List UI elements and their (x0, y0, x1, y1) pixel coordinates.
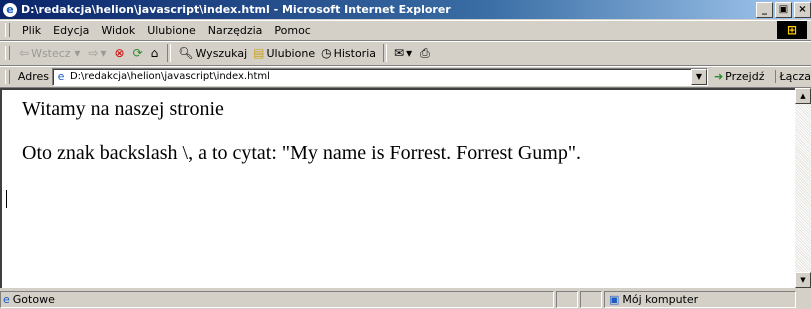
vertical-scrollbar[interactable]: ▲ ▼ (795, 88, 811, 288)
print-button[interactable]: ⎙ (417, 46, 435, 61)
go-label: Przejdź (725, 70, 765, 83)
menu-edycja[interactable]: Edycja (47, 24, 95, 37)
toolbar-grip[interactable] (5, 46, 10, 60)
history-icon: ◷ (321, 46, 332, 60)
go-arrow-icon: ➜ (713, 70, 724, 83)
home-icon: ⌂ (150, 46, 159, 60)
toolbar-grip[interactable] (5, 69, 10, 84)
computer-icon: ▣ (609, 293, 620, 306)
printer-icon: ⎙ (420, 45, 430, 60)
status-bar: e Gotowe ▣ Mój komputer (0, 290, 811, 309)
status-security-panel (580, 291, 602, 308)
mail-icon: ✉ (394, 46, 405, 60)
status-text-panel: e Gotowe (0, 291, 554, 308)
toolbar-separator (383, 44, 387, 62)
mail-button[interactable]: ✉ ▾ (391, 46, 417, 60)
favorites-folder-icon: ▤ (253, 46, 265, 60)
page-icon: e (3, 293, 10, 306)
page-icon: e (57, 69, 65, 83)
ie-icon: e (3, 2, 17, 17)
go-button[interactable]: ➜ Przejdź (714, 70, 765, 83)
favorites-button[interactable]: ▤ Ulubione (250, 46, 318, 60)
back-label: Wstecz (31, 46, 71, 60)
search-icon: 🔍︎ (178, 46, 194, 60)
address-input[interactable]: e D:\redakcja\helion\javascript\index.ht… (51, 67, 708, 86)
address-bar: Adres e D:\redakcja\helion\javascript\in… (0, 66, 811, 88)
windows-logo-icon: ⊞ (777, 21, 807, 39)
search-button[interactable]: 🔍︎ Wyszukaj (175, 46, 250, 60)
menu-pomoc[interactable]: Pomoc (268, 24, 316, 37)
menu-plik[interactable]: Plik (16, 24, 47, 37)
chevron-down-icon: ▾ (406, 46, 413, 60)
text-cursor (6, 190, 7, 208)
toolbar-separator (167, 44, 172, 62)
title-bar: e D:\redakcja\helion\javascript\index.ht… (0, 0, 811, 19)
chevron-down-icon: ▾ (100, 46, 107, 60)
status-progress-panel (556, 291, 578, 308)
refresh-icon: ⟳ (132, 46, 143, 60)
status-text: Gotowe (12, 293, 55, 306)
standard-toolbar: ⇦ Wstecz ▾ ⇨ ▾ ⊗ ⟳ ⌂ 🔍︎ Wyszukaj ▤ Ulubi… (0, 41, 811, 66)
page-content: Witamy na naszej stronie Oto znak backsl… (0, 88, 795, 288)
refresh-button[interactable]: ⟳ (130, 46, 148, 60)
stop-button[interactable]: ⊗ (112, 46, 130, 60)
toolbar-grip[interactable] (5, 23, 10, 37)
history-label: Historia (333, 46, 376, 60)
address-dropdown-button[interactable]: ▼ (690, 68, 707, 85)
menu-ulubione[interactable]: Ulubione (141, 24, 202, 37)
scroll-up-button[interactable]: ▲ (795, 88, 811, 104)
window-title: D:\redakcja\helion\javascript\index.html… (21, 3, 451, 16)
stop-icon: ⊗ (114, 46, 125, 60)
zone-text: Mój komputer (622, 293, 699, 306)
zone-panel: ▣ Mój komputer (604, 291, 796, 308)
close-button[interactable]: × (794, 2, 811, 18)
maximize-button[interactable]: ▣ (775, 2, 792, 18)
menu-widok[interactable]: Widok (95, 24, 141, 37)
address-label: Adres (17, 70, 49, 83)
history-button[interactable]: ◷ Historia (318, 46, 379, 60)
address-value: D:\redakcja\helion\javascript\index.html (69, 71, 270, 82)
links-button[interactable]: Łącza (774, 70, 811, 83)
search-label: Wyszukaj (195, 46, 248, 60)
minimize-button[interactable]: _ (756, 2, 773, 18)
back-button[interactable]: ⇦ Wstecz ▾ (16, 46, 85, 60)
menu-narzedzia[interactable]: Narzędzia (202, 24, 269, 37)
page-heading-text: Witamy na naszej stronie (22, 98, 224, 120)
menu-bar: Plik Edycja Widok Ulubione Narzędzia Pom… (0, 20, 811, 41)
home-button[interactable]: ⌂ (148, 46, 164, 60)
chevron-down-icon: ▾ (70, 46, 81, 60)
page-body-text: Oto znak backslash \, a to cytat: "My na… (22, 142, 582, 164)
forward-button[interactable]: ⇨ ▾ (85, 46, 111, 60)
back-arrow-icon: ⇦ (19, 46, 30, 60)
scroll-down-button[interactable]: ▼ (795, 272, 811, 288)
favorites-label: Ulubione (266, 46, 316, 60)
window-controls: _ ▣ × (756, 2, 811, 18)
forward-arrow-icon: ⇨ (88, 46, 99, 60)
